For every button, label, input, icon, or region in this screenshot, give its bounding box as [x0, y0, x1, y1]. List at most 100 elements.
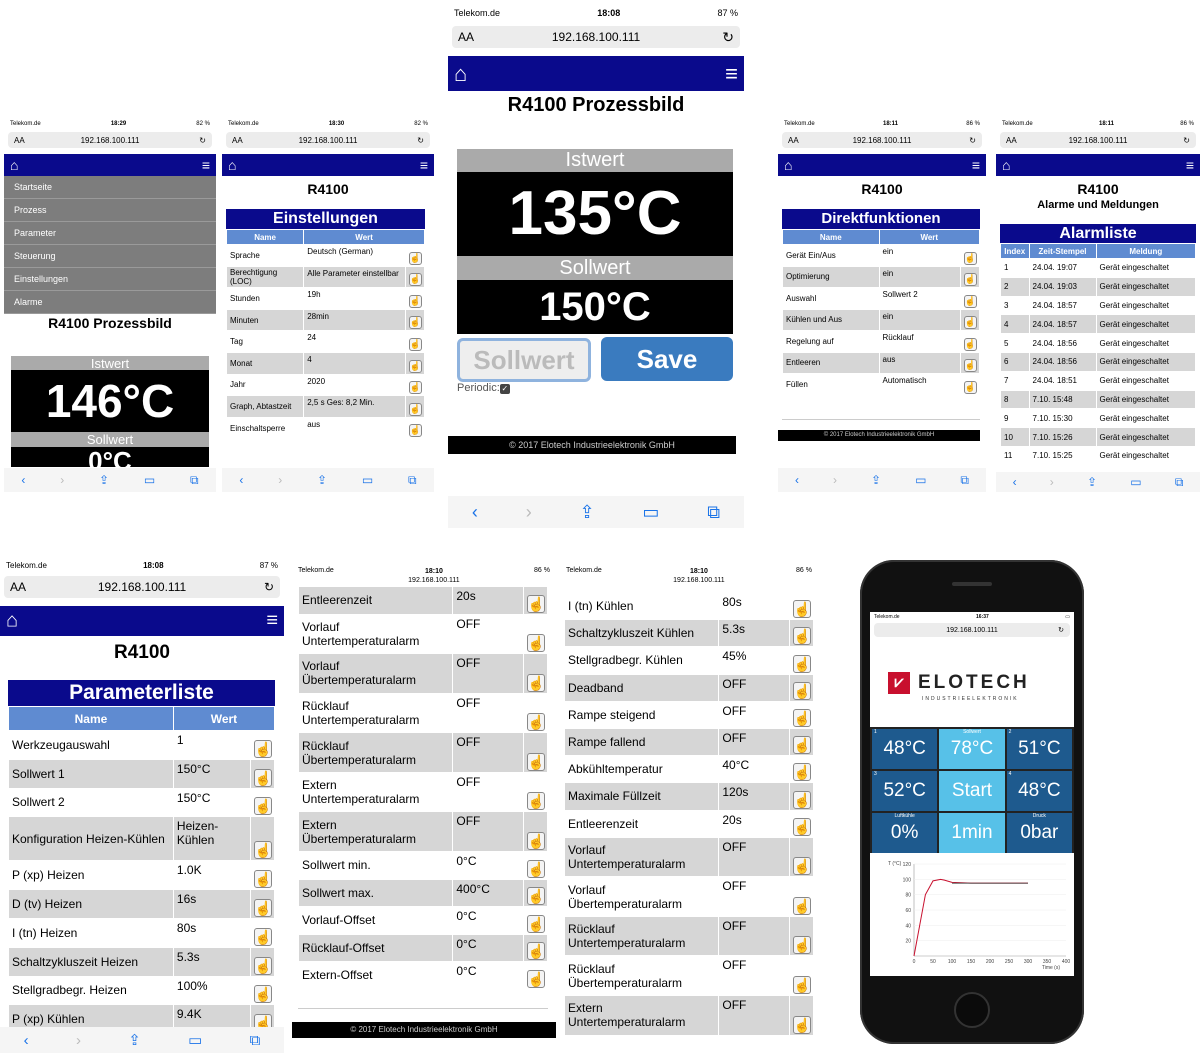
tabs-icon[interactable]: ⧉: [707, 502, 720, 523]
edit-hand-icon[interactable]: ☝: [253, 739, 272, 758]
address-bar[interactable]: AA 192.168.100.111 ↻: [4, 576, 280, 598]
edit-hand-icon[interactable]: ☝: [253, 797, 272, 816]
edit-hand-icon[interactable]: ☝: [526, 673, 545, 692]
edit-hand-icon[interactable]: ☝: [792, 817, 811, 836]
edit-hand-icon[interactable]: ☝: [792, 857, 811, 876]
edit-hand-icon[interactable]: ☝: [792, 936, 811, 955]
edit-hand-icon[interactable]: ☝: [253, 768, 272, 787]
edit-hand-icon[interactable]: ☝: [408, 294, 422, 308]
address-bar[interactable]: 192.168.100.111 ↻: [874, 623, 1070, 637]
back-icon[interactable]: ‹: [472, 502, 478, 523]
address-bar[interactable]: AA 192.168.100.111 ↻: [782, 132, 982, 148]
menu-icon[interactable]: ≡: [725, 61, 738, 87]
edit-hand-icon[interactable]: ☝: [253, 956, 272, 975]
edit-hand-icon[interactable]: ☝: [963, 273, 977, 286]
value-tile[interactable]: Start: [939, 771, 1005, 811]
reload-icon[interactable]: ↻: [969, 136, 976, 145]
edit-hand-icon[interactable]: ☝: [408, 402, 422, 416]
back-icon[interactable]: ‹: [1013, 475, 1017, 489]
text-size-button[interactable]: AA: [10, 580, 26, 594]
edit-hand-icon[interactable]: ☝: [526, 942, 545, 961]
edit-hand-icon[interactable]: ☝: [963, 316, 977, 329]
value-tile[interactable]: 1min: [939, 813, 1005, 853]
value-tile[interactable]: Luftkühle 0%: [872, 813, 938, 853]
bookmarks-icon[interactable]: ▭: [1130, 475, 1141, 489]
edit-hand-icon[interactable]: ☝: [408, 316, 422, 330]
save-button[interactable]: Save: [601, 337, 733, 381]
nav-menu-item[interactable]: Startseite: [4, 176, 216, 199]
checkbox-icon[interactable]: ✓: [499, 384, 510, 394]
edit-hand-icon[interactable]: ☝: [792, 627, 811, 646]
edit-hand-icon[interactable]: ☝: [792, 681, 811, 700]
edit-hand-icon[interactable]: ☝: [253, 841, 272, 860]
tabs-icon[interactable]: ⧉: [190, 473, 199, 488]
menu-icon[interactable]: ≡: [420, 157, 428, 173]
back-icon[interactable]: ‹: [21, 473, 25, 487]
address-bar[interactable]: AA 192.168.100.111 ↻: [8, 132, 212, 148]
text-size-button[interactable]: AA: [232, 136, 243, 145]
nav-menu-item[interactable]: Alarme: [4, 291, 216, 314]
edit-hand-icon[interactable]: ☝: [792, 790, 811, 809]
edit-hand-icon[interactable]: ☝: [253, 898, 272, 917]
value-tile[interactable]: 1 48°C: [872, 729, 938, 769]
home-icon[interactable]: ⌂: [784, 157, 792, 173]
forward-icon[interactable]: ›: [1050, 475, 1054, 489]
bookmarks-icon[interactable]: ▭: [144, 473, 155, 487]
back-icon[interactable]: ‹: [239, 473, 243, 487]
value-tile[interactable]: Druck 0bar: [1006, 813, 1072, 853]
home-icon[interactable]: ⌂: [228, 157, 236, 173]
bookmarks-icon[interactable]: ▭: [642, 502, 659, 523]
menu-icon[interactable]: ≡: [202, 157, 210, 173]
bookmarks-icon[interactable]: ▭: [188, 1031, 202, 1049]
tabs-icon[interactable]: ⧉: [1175, 475, 1184, 490]
tabs-icon[interactable]: ⧉: [960, 473, 969, 488]
address-bar[interactable]: AA 192.168.100.111 ↻: [452, 26, 740, 48]
edit-hand-icon[interactable]: ☝: [526, 634, 545, 653]
text-size-button[interactable]: AA: [1006, 136, 1017, 145]
share-icon[interactable]: ⇪: [579, 502, 594, 523]
share-icon[interactable]: ⇪: [871, 473, 881, 487]
home-icon[interactable]: ⌂: [454, 61, 467, 87]
value-tile[interactable]: 4 48°C: [1006, 771, 1072, 811]
home-icon[interactable]: ⌂: [1002, 157, 1010, 173]
home-button[interactable]: [954, 992, 990, 1028]
text-size-button[interactable]: AA: [788, 136, 799, 145]
reload-icon[interactable]: ↻: [199, 136, 206, 145]
edit-hand-icon[interactable]: ☝: [526, 752, 545, 771]
forward-icon[interactable]: ›: [526, 502, 532, 523]
tabs-icon[interactable]: ⧉: [408, 473, 417, 488]
edit-hand-icon[interactable]: ☝: [526, 832, 545, 851]
edit-hand-icon[interactable]: ☝: [963, 359, 977, 372]
menu-icon[interactable]: ≡: [972, 157, 980, 173]
share-icon[interactable]: ⇪: [317, 473, 327, 487]
share-icon[interactable]: ⇪: [128, 1031, 141, 1049]
edit-hand-icon[interactable]: ☝: [792, 896, 811, 915]
forward-icon[interactable]: ›: [278, 473, 282, 487]
edit-hand-icon[interactable]: ☝: [963, 294, 977, 308]
edit-hand-icon[interactable]: ☝: [526, 914, 545, 933]
address-bar[interactable]: AA 192.168.100.111 ↻: [1000, 132, 1196, 148]
tabs-icon[interactable]: ⧉: [250, 1032, 261, 1049]
edit-hand-icon[interactable]: ☝: [792, 654, 811, 673]
edit-hand-icon[interactable]: ☝: [253, 870, 272, 889]
edit-hand-icon[interactable]: ☝: [963, 251, 977, 265]
home-icon[interactable]: ⌂: [10, 157, 18, 173]
edit-hand-icon[interactable]: ☝: [963, 380, 977, 394]
value-tile[interactable]: 3 52°C: [872, 771, 938, 811]
share-icon[interactable]: ⇪: [99, 473, 109, 487]
value-tile[interactable]: Sollwert 78°C: [939, 729, 1005, 769]
share-icon[interactable]: ⇪: [1087, 475, 1097, 489]
edit-hand-icon[interactable]: ☝: [792, 763, 811, 782]
reload-icon[interactable]: ↻: [417, 136, 424, 145]
address-bar[interactable]: AA 192.168.100.111 ↻: [226, 132, 430, 148]
edit-hand-icon[interactable]: ☝: [526, 713, 545, 732]
value-tile[interactable]: 2 51°C: [1006, 729, 1072, 769]
edit-hand-icon[interactable]: ☝: [253, 927, 272, 946]
text-size-button[interactable]: AA: [14, 136, 25, 145]
edit-hand-icon[interactable]: ☝: [526, 792, 545, 811]
bookmarks-icon[interactable]: ▭: [362, 473, 373, 487]
forward-icon[interactable]: ›: [833, 473, 837, 487]
edit-hand-icon[interactable]: ☝: [526, 594, 545, 613]
edit-hand-icon[interactable]: ☝: [526, 859, 545, 878]
edit-hand-icon[interactable]: ☝: [408, 424, 422, 438]
